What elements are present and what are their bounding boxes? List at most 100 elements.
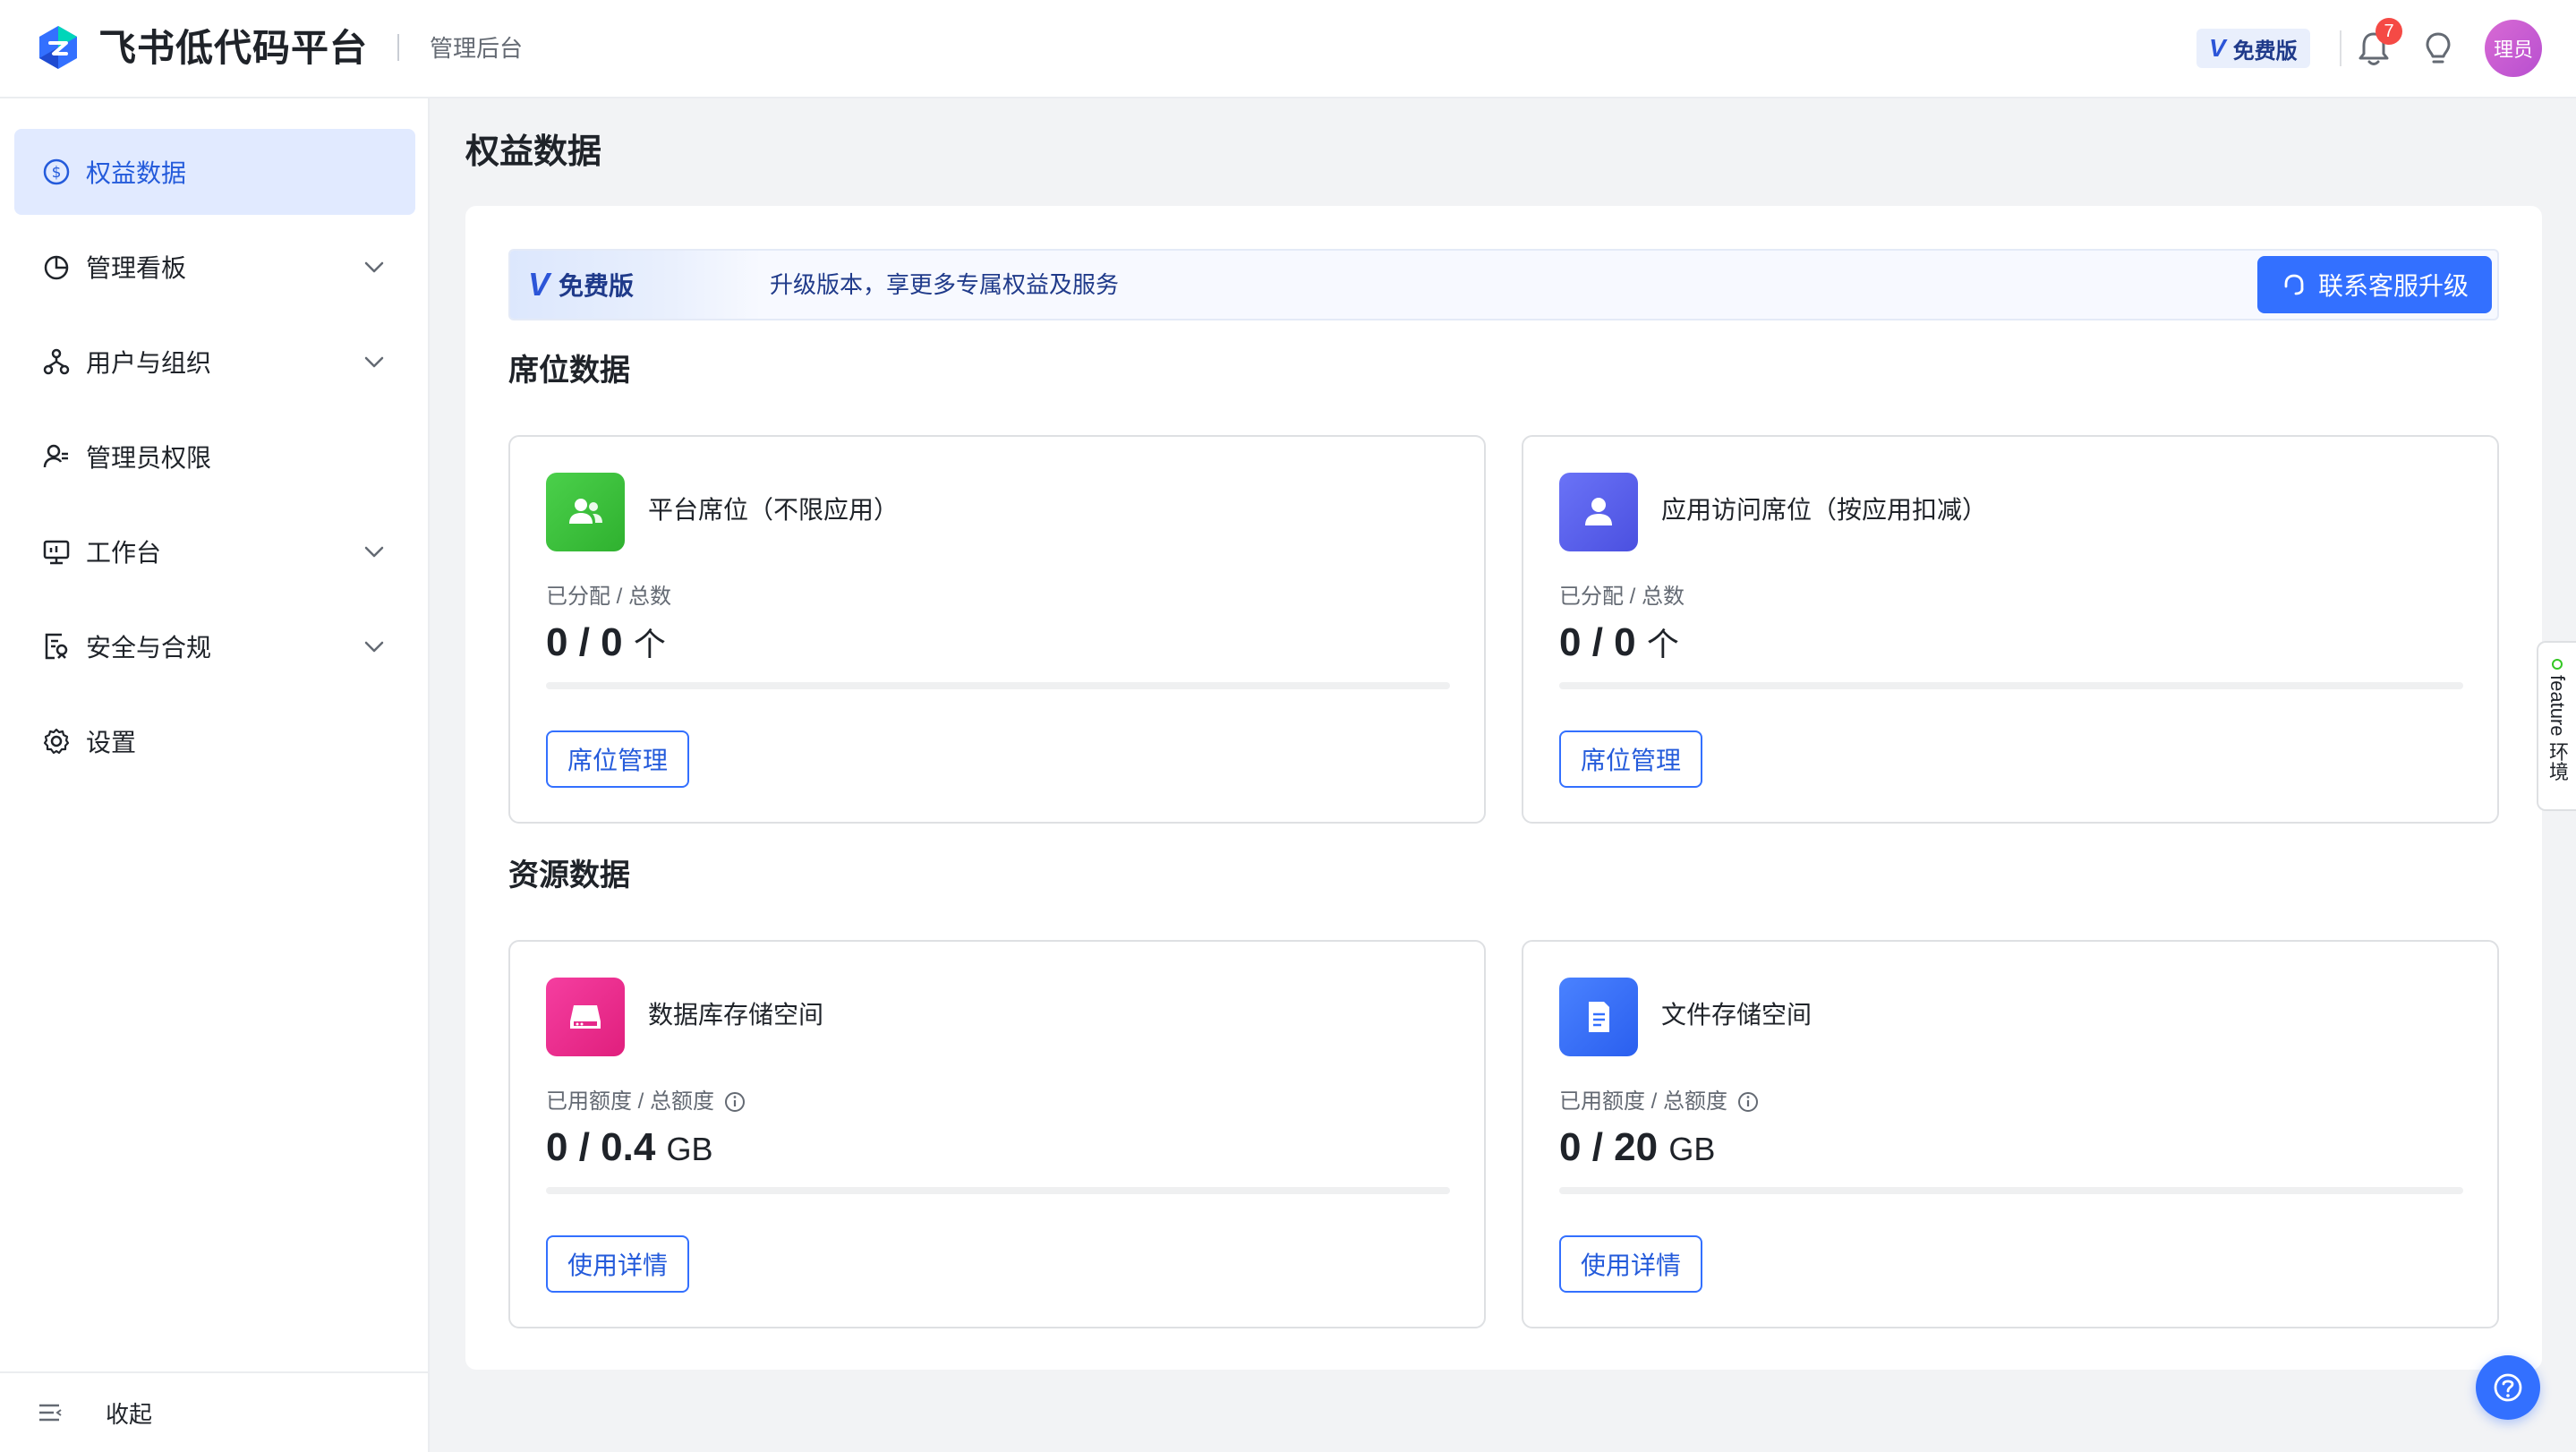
help-button[interactable] — [2476, 1355, 2540, 1420]
brand-subtitle: 管理后台 — [430, 35, 524, 62]
headset-icon — [2284, 274, 2304, 295]
card-value-unit: GB — [1668, 1131, 1716, 1167]
svg-text:$: $ — [52, 164, 62, 182]
sidebar-item-settings[interactable]: 设置 — [14, 698, 415, 784]
sidebar-item-dashboard[interactable]: 管理看板 — [14, 224, 415, 310]
database-storage-card: 数据库存储空间 已用额度 / 总额度 0 / 0.4 GB 使用详情 — [508, 940, 1486, 1328]
card-label: 已用额度 / 总额度 — [1559, 1087, 1760, 1117]
card-title: 数据库存储空间 — [648, 1001, 824, 1029]
usage-progress-bar — [1559, 1187, 2463, 1194]
sidebar-item-users-org[interactable]: 用户与组织 — [14, 319, 415, 405]
user-icon — [1559, 473, 1638, 551]
page-title: 权益数据 — [465, 133, 602, 171]
usage-details-button[interactable]: 使用详情 — [546, 1235, 690, 1293]
app-access-seat-card: 应用访问席位（按应用扣减） 已分配 / 总数 0 / 0 个 席位管理 — [1522, 435, 2499, 824]
sidebar-collapse-button[interactable]: 收起 — [0, 1371, 428, 1452]
info-icon[interactable] — [723, 1090, 746, 1114]
brand-name: 飞书低代码平台 — [98, 27, 369, 69]
card-value: 0 / 0 个 — [1559, 616, 1679, 671]
chevron-down-icon — [364, 546, 384, 558]
usage-progress-bar — [546, 1187, 1450, 1194]
database-drive-icon — [546, 978, 625, 1056]
collapse-menu-icon — [39, 1404, 62, 1422]
card-label: 已用额度 / 总额度 — [546, 1087, 746, 1117]
pie-chart-icon — [41, 252, 72, 282]
sidebar-item-workbench[interactable]: 工作台 — [14, 508, 415, 594]
usage-progress-bar — [1559, 682, 2463, 689]
lightbulb-icon[interactable] — [2418, 29, 2458, 68]
vip-v-icon: V — [2209, 34, 2226, 62]
sidebar-item-label: 用户与组织 — [86, 349, 212, 377]
sidebar-item-label: 工作台 — [86, 539, 162, 567]
user-avatar[interactable]: 理员 — [2485, 20, 2542, 77]
card-value-unit: 个 — [1646, 626, 1679, 662]
admin-user-icon — [41, 441, 72, 472]
vip-v-icon: V — [528, 266, 550, 303]
question-circle-icon — [2494, 1373, 2522, 1402]
platform-seat-card: 平台席位（不限应用） 已分配 / 总数 0 / 0 个 席位管理 — [508, 435, 1486, 824]
feature-env-label: feature 环境 — [2546, 675, 2569, 782]
org-tree-icon — [41, 346, 72, 377]
notification-badge: 7 — [2376, 18, 2402, 45]
plan-tag-label: 免费版 — [559, 272, 635, 300]
sidebar: $ 权益数据 管理看板 用户与组织 管理员权限 工作台 安全与合规 设置 收起 — [0, 98, 430, 1452]
sidebar-item-label: 设置 — [86, 729, 137, 756]
usage-details-button[interactable]: 使用详情 — [1559, 1235, 1703, 1293]
header-divider — [2340, 30, 2341, 66]
card-label-text: 已用额度 / 总额度 — [546, 1089, 715, 1114]
sidebar-item-label: 管理看板 — [86, 254, 187, 282]
file-storage-card: 文件存储空间 已用额度 / 总额度 0 / 20 GB 使用详情 — [1522, 940, 2499, 1328]
sidebar-item-label: 权益数据 — [86, 159, 187, 187]
file-document-icon — [1559, 978, 1638, 1056]
seat-management-button[interactable]: 席位管理 — [1559, 730, 1703, 788]
info-icon[interactable] — [1736, 1090, 1760, 1114]
card-value: 0 / 0.4 GB — [546, 1121, 713, 1176]
card-title: 文件存储空间 — [1661, 1001, 1813, 1029]
seat-management-button[interactable]: 席位管理 — [546, 730, 690, 788]
card-value-number: 0 / 0 — [1559, 620, 1636, 664]
card-value: 0 / 0 个 — [546, 616, 666, 671]
card-title: 应用访问席位（按应用扣减） — [1661, 496, 1988, 524]
status-dot-icon — [2552, 659, 2563, 670]
card-label: 已分配 / 总数 — [1559, 582, 1685, 612]
card-value-number: 0 / 20 — [1559, 1125, 1659, 1169]
gear-icon — [41, 726, 72, 756]
card-label-text: 已分配 / 总数 — [1559, 585, 1685, 609]
contact-upgrade-button[interactable]: 联系客服升级 — [2256, 256, 2492, 313]
card-value: 0 / 20 GB — [1559, 1121, 1715, 1176]
sidebar-item-admin-permissions[interactable]: 管理员权限 — [14, 414, 415, 500]
chevron-down-icon — [364, 261, 384, 273]
upgrade-banner: V 免费版 升级版本，享更多专属权益及服务 联系客服升级 — [508, 249, 2499, 320]
sidebar-item-label: 管理员权限 — [86, 444, 212, 472]
card-value-unit: GB — [666, 1131, 713, 1167]
collapse-label: 收起 — [106, 1400, 153, 1428]
monitor-icon — [41, 536, 72, 567]
card-value-number: 0 / 0 — [546, 620, 623, 664]
plan-badge[interactable]: V 免费版 — [2196, 29, 2310, 68]
sidebar-item-label: 安全与合规 — [86, 634, 212, 662]
feature-env-tab[interactable]: feature 环境 — [2537, 641, 2576, 811]
card-label-text: 已分配 / 总数 — [546, 585, 672, 609]
plan-badge-label: 免费版 — [2232, 38, 2298, 64]
chevron-down-icon — [364, 641, 384, 653]
security-doc-icon — [41, 631, 72, 662]
users-group-icon — [546, 473, 625, 551]
content-card: V 免费版 升级版本，享更多专属权益及服务 联系客服升级 席位数据 平台席位（不… — [465, 206, 2542, 1370]
card-title: 平台席位（不限应用） — [648, 496, 900, 524]
chevron-down-icon — [364, 356, 384, 368]
top-header: 飞书低代码平台 管理后台 V 免费版 7 理员 — [0, 0, 2576, 98]
sidebar-item-benefits[interactable]: $ 权益数据 — [14, 129, 415, 215]
dollar-circle-icon: $ — [41, 157, 72, 187]
card-label: 已分配 / 总数 — [546, 582, 671, 612]
card-value-unit: 个 — [633, 626, 666, 662]
usage-progress-bar — [546, 682, 1450, 689]
seat-section-title: 席位数据 — [508, 354, 630, 388]
brand-divider — [397, 34, 399, 61]
plan-tag: V 免费版 — [510, 251, 761, 319]
app-logo-icon[interactable] — [34, 23, 82, 72]
sidebar-item-security-compliance[interactable]: 安全与合规 — [14, 603, 415, 689]
card-label-text: 已用额度 / 总额度 — [1559, 1089, 1728, 1114]
resource-section-title: 资源数据 — [508, 858, 630, 893]
contact-upgrade-label: 联系客服升级 — [2317, 272, 2469, 300]
banner-text: 升级版本，享更多专属权益及服务 — [770, 271, 1120, 298]
